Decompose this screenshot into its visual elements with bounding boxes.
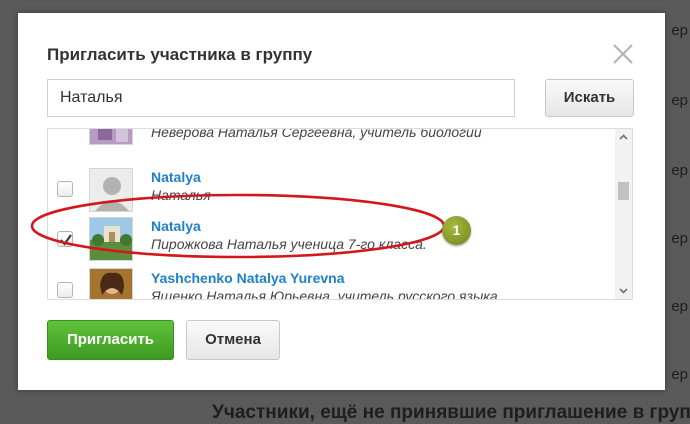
- scroll-down-icon[interactable]: [615, 282, 632, 299]
- annotation-badge: 1: [442, 216, 471, 245]
- highlight-ellipse: [30, 193, 446, 259]
- dialog-title: Пригласить участника в группу: [47, 45, 313, 64]
- avatar: [89, 129, 133, 145]
- list-item[interactable]: Неверова Наталья Сергеевна, учитель биол…: [48, 128, 616, 162]
- search-input[interactable]: [47, 79, 515, 117]
- bg-label: ер: [671, 298, 688, 315]
- background-heading: Участники, ещё не принявшие приглашение …: [212, 402, 690, 423]
- row-description: Неверова Наталья Сергеевна, учитель биол…: [151, 128, 482, 140]
- row-checkbox[interactable]: [57, 282, 73, 298]
- cancel-button[interactable]: Отмена: [186, 320, 280, 360]
- invite-button[interactable]: Пригласить: [47, 320, 174, 360]
- avatar: [89, 268, 133, 299]
- close-icon[interactable]: [611, 42, 635, 66]
- row-description: Ященко Наталья Юрьевна, учитель русского…: [151, 288, 498, 300]
- row-name-link[interactable]: Natalya: [151, 169, 201, 185]
- scroll-thumb[interactable]: [618, 182, 629, 200]
- bg-label: ер: [671, 22, 688, 39]
- list-item[interactable]: Yashchenko Natalya Yurevna Ященко Наталь…: [48, 268, 616, 300]
- row-name-link[interactable]: Yashchenko Natalya Yurevna: [151, 270, 345, 286]
- search-button[interactable]: Искать: [545, 79, 634, 117]
- scroll-up-icon[interactable]: [615, 129, 632, 146]
- bg-label: ер: [671, 92, 688, 109]
- bg-label: ер: [671, 162, 688, 179]
- bg-label: ер: [671, 230, 688, 247]
- bg-label: ер: [671, 366, 688, 383]
- list-scrollbar[interactable]: [615, 129, 632, 299]
